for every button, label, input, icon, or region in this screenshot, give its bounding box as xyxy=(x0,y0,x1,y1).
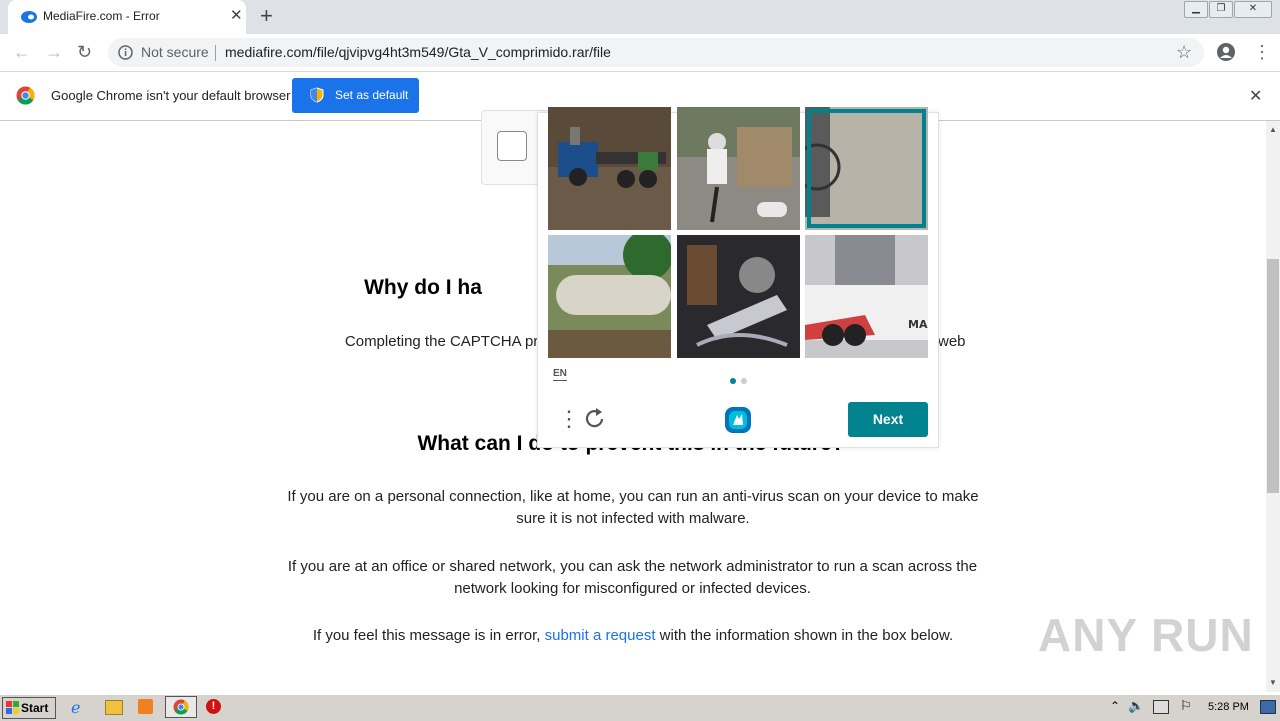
minimize-window-icon[interactable]: ▁ xyxy=(1184,1,1208,18)
para-error-after: with the information shown in the box be… xyxy=(655,627,954,644)
tab-close-icon[interactable]: ✕ xyxy=(230,6,243,26)
windows-taskbar: Start ℯ ! ⌃ 🔈 ⚐ 5:28 PM xyxy=(0,694,1280,721)
url-text[interactable]: mediafire.com/file/qjvipvg4ht3m549/Gta_V… xyxy=(225,44,611,60)
captcha-tile-truck[interactable] xyxy=(548,107,671,230)
bookmark-star-icon[interactable]: ☆ xyxy=(1176,42,1192,62)
close-window-icon[interactable]: ✕ xyxy=(1234,1,1272,18)
captcha-tile-bicycle-2[interactable] xyxy=(805,107,928,230)
captcha-tile-tanker[interactable] xyxy=(548,235,671,358)
para-error-request: If you feel this message is in error, su… xyxy=(250,625,1016,647)
captcha-tile-truck-2[interactable]: MA xyxy=(805,235,928,358)
show-desktop-icon[interactable] xyxy=(1260,700,1276,714)
explorer-folder-icon[interactable] xyxy=(105,700,123,715)
set-as-default-button[interactable]: Set as default xyxy=(292,78,419,113)
infobar-message: Google Chrome isn't your default browser xyxy=(51,88,291,103)
start-label: Start xyxy=(21,701,49,715)
svg-text:MA: MA xyxy=(908,318,928,331)
network-icon[interactable] xyxy=(1153,700,1169,714)
page-dot-active xyxy=(730,378,736,384)
browser-tab[interactable]: MediaFire.com - Error ✕ xyxy=(8,0,246,34)
refresh-challenge-icon[interactable] xyxy=(583,407,607,431)
back-icon[interactable]: ← xyxy=(13,42,31,62)
address-bar[interactable]: Not secure mediafire.com/file/qjvipvg4ht… xyxy=(108,38,1204,67)
ie-icon[interactable]: ℯ xyxy=(71,698,80,718)
tab-strip: MediaFire.com - Error ✕ + ▁ ❐ ✕ xyxy=(0,0,1280,34)
action-center-flag-icon[interactable]: ⚐ xyxy=(1180,698,1192,714)
para-personal-connection: If you are on a personal connection, lik… xyxy=(287,488,979,527)
new-tab-icon[interactable]: + xyxy=(260,4,273,28)
captcha-tile-bicycle-3[interactable] xyxy=(677,235,800,358)
para-office-network: If you are at an office or shared networ… xyxy=(287,558,978,597)
para-captcha-right: web xyxy=(938,333,966,350)
taskbar-clock[interactable]: 5:28 PM xyxy=(1208,701,1249,713)
scrollbar-thumb[interactable] xyxy=(1267,259,1279,493)
chrome-logo-icon xyxy=(16,86,35,105)
captcha-challenge-panel: MA EN ⋮ Next xyxy=(537,107,939,448)
restore-window-icon[interactable]: ❐ xyxy=(1209,1,1233,18)
menu-kebab-icon[interactable]: ⋮ xyxy=(1253,42,1271,62)
opera-icon[interactable]: ! xyxy=(206,699,221,714)
profile-icon[interactable] xyxy=(1216,42,1236,62)
reload-icon[interactable]: ↻ xyxy=(77,42,92,62)
chrome-taskbar-button[interactable] xyxy=(165,696,197,718)
info-icon[interactable] xyxy=(118,45,133,60)
omnibox-divider xyxy=(215,45,216,61)
mediafire-favicon xyxy=(21,11,37,23)
media-player-icon[interactable] xyxy=(138,699,153,714)
shield-icon xyxy=(310,87,324,103)
captcha-checkbox[interactable] xyxy=(497,131,527,161)
security-status: Not secure xyxy=(141,44,209,60)
scroll-down-icon[interactable]: ▼ xyxy=(1269,678,1277,687)
scroll-up-icon[interactable]: ▲ xyxy=(1269,125,1277,134)
para-error-before: If you feel this message is in error, xyxy=(312,627,545,644)
language-selector[interactable]: EN xyxy=(553,368,567,381)
page-dot xyxy=(741,378,747,384)
volume-icon[interactable]: 🔈 xyxy=(1128,698,1144,714)
tab-title: MediaFire.com - Error xyxy=(43,9,160,23)
tray-expand-icon[interactable]: ⌃ xyxy=(1110,699,1120,713)
browser-toolbar: ← → ↻ Not secure mediafire.com/file/qjvi… xyxy=(0,34,1280,72)
submit-request-link[interactable]: submit a request xyxy=(545,627,656,644)
chrome-taskbar-icon xyxy=(173,699,189,715)
infobar-close-icon[interactable]: ✕ xyxy=(1249,86,1262,106)
next-button[interactable]: Next xyxy=(848,402,928,437)
captcha-menu-icon[interactable]: ⋮ xyxy=(558,408,580,430)
start-button[interactable]: Start xyxy=(2,697,56,719)
set-as-default-label: Set as default xyxy=(335,88,409,102)
hcaptcha-logo-icon xyxy=(725,407,751,433)
forward-icon[interactable]: → xyxy=(45,42,63,62)
captcha-tile-bicycle-1[interactable] xyxy=(677,107,800,230)
anyrun-watermark: ANY RUN xyxy=(1038,609,1254,661)
windows-logo-icon xyxy=(6,701,19,714)
para-captcha-left: Completing the CAPTCHA proves xyxy=(344,333,570,350)
